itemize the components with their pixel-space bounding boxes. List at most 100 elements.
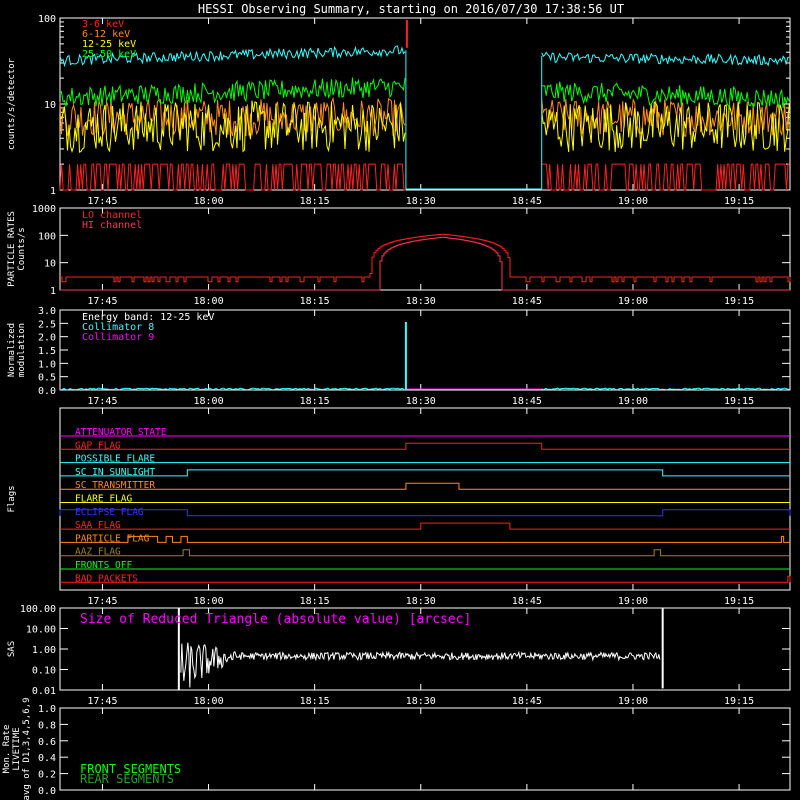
series-line-lo-channel: [60, 233, 791, 283]
x-tick-label: 19:15: [724, 696, 754, 707]
y-tick-label: 0.10: [32, 666, 56, 677]
legend-entry: Collimator 9: [82, 332, 154, 343]
sas-panel: 17:45 18:00 18:15 18:30 18:45 19:00 19:15 SAS 0.…: [7, 604, 791, 707]
y-axis-label: PARTICLE RATES: [7, 211, 17, 287]
y-tick-label: 10: [44, 100, 56, 111]
modulation-panel: 17:45 18:00 18:15 18:30 18:45 19:00 19:15 Norma…: [7, 306, 791, 407]
flag-line: [59, 509, 791, 517]
x-tick-label: 18:15: [300, 596, 330, 607]
legend-entry: 25-50 keV: [82, 49, 136, 60]
series-line-collimator-8: [59, 387, 405, 391]
x-tick-label: 17:45: [87, 196, 117, 207]
x-tick-label: 18:00: [193, 596, 223, 607]
series-line-sas: [180, 642, 661, 688]
flag-line: [60, 575, 791, 583]
y-axis-label: avg of D1,3,4,5,6,9: [22, 698, 32, 800]
x-tick-label: 17:45: [87, 296, 117, 307]
y-tick-label: 0.2: [38, 770, 56, 781]
x-tick-label: 18:45: [512, 396, 542, 407]
x-tick-label: 18:30: [406, 596, 436, 607]
panel-frame: [59, 407, 791, 591]
y-tick-label: 0.4: [38, 753, 56, 764]
flag-label: ECLIPSE FLAG: [75, 507, 144, 518]
y-tick-label: 0.0: [38, 786, 56, 797]
livetime-panel: Mon. Rate LIVETIME avg of D1,3,4,5,6,9 0.0 0…: [2, 698, 791, 800]
y-tick-label: 2.0: [38, 333, 56, 344]
x-tick-label: 18:00: [193, 396, 223, 407]
x-tick-label: 18:00: [193, 296, 223, 307]
series-line-3-6kev: [59, 163, 406, 191]
x-tick-label: 18:30: [406, 296, 436, 307]
flag-line: [60, 549, 790, 557]
y-axis-label: counts/s/detector: [7, 57, 17, 150]
x-tick-label: 18:30: [406, 196, 436, 207]
x-tick-label: 19:15: [724, 296, 754, 307]
x-tick-label: 18:00: [193, 196, 223, 207]
y-axis-label: SAS: [7, 641, 17, 657]
series-line-3-6kev: [541, 163, 790, 191]
x-tick-label: 19:15: [724, 596, 754, 607]
x-tick-label: 19:00: [618, 696, 648, 707]
x-tick-label: 19:00: [618, 296, 648, 307]
flag-line: [60, 469, 790, 477]
y-axis-label: Flags: [7, 485, 17, 512]
y-tick-label: 1: [50, 186, 56, 197]
chart: HESSI Observing Summary, starting on 201…: [2, 2, 791, 800]
series-line-2550kev: [59, 77, 406, 107]
series-line-collimator-8: [541, 387, 790, 391]
x-tick-label: 18:15: [300, 296, 330, 307]
legend-entry: Size of Reduced Triangle (absolute value…: [80, 612, 471, 627]
flag-line: [60, 535, 790, 543]
series-line-cyan: [541, 51, 790, 67]
y-tick-label: 1.0: [38, 704, 56, 715]
x-tick-label: 17:45: [87, 596, 117, 607]
y-axis-label: modulation: [17, 323, 27, 377]
x-tick-label: 18:45: [512, 696, 542, 707]
y-tick-label: 2.5: [38, 319, 56, 330]
flag-line: [60, 482, 790, 490]
x-tick-label: 18:45: [512, 196, 542, 207]
y-axis-label: Counts/s: [17, 227, 27, 270]
legend-entry: REAR SEGMENTS: [80, 772, 174, 786]
x-tick-label: 18:30: [406, 696, 436, 707]
y-tick-label: 10.00: [26, 625, 56, 636]
flag-line: [60, 442, 790, 450]
y-tick-label: 1: [50, 286, 56, 297]
y-axis-label: LIVETIME: [12, 727, 22, 770]
y-tick-label: 100: [38, 231, 56, 242]
x-tick-label: 19:15: [724, 396, 754, 407]
y-tick-label: 1000: [32, 204, 56, 215]
y-tick-label: 0.5: [38, 373, 56, 384]
y-tick-label: 10: [44, 259, 56, 270]
x-tick-label: 18:45: [512, 296, 542, 307]
x-tick-label: 18:00: [193, 696, 223, 707]
particle-rates-panel: 17:45 18:00 18:15 18:30 18:45 19:00 19:15 PARTI…: [7, 204, 791, 307]
counts-panel: 17:45 18:00 18:15 18:30 18:45 19:00 19:15 count…: [7, 14, 791, 207]
y-tick-label: 3.0: [38, 306, 56, 317]
y-tick-label: 0.6: [38, 737, 56, 748]
y-tick-label: 1.5: [38, 346, 56, 357]
x-tick-label: 19:00: [618, 196, 648, 207]
x-tick-label: 19:00: [618, 396, 648, 407]
x-tick-label: 18:45: [512, 596, 542, 607]
x-tick-label: 18:15: [300, 396, 330, 407]
x-tick-label: 19:00: [618, 596, 648, 607]
y-axis-label: Mon. Rate: [2, 725, 12, 774]
x-tick-label: 17:45: [87, 396, 117, 407]
flags-panel: 17:45 18:00 18:15 18:30 18:45 19:00 19:15 Flags…: [7, 407, 791, 607]
y-axis-label: Normalized: [7, 323, 17, 377]
x-tick-label: 18:15: [300, 196, 330, 207]
y-tick-label: 1.0: [38, 359, 56, 370]
y-tick-label: 0.01: [32, 686, 56, 697]
x-tick-label: 18:15: [300, 696, 330, 707]
chart-title: HESSI Observing Summary, starting on 201…: [198, 2, 624, 16]
y-tick-label: 0.8: [38, 720, 56, 731]
y-tick-label: 1.00: [32, 645, 56, 656]
x-tick-label: 18:30: [406, 396, 436, 407]
x-tick-label: 19:15: [724, 196, 754, 207]
y-tick-label: 0.0: [38, 386, 56, 397]
flag-line: [60, 522, 790, 530]
x-tick-label: 17:45: [87, 696, 117, 707]
y-tick-label: 100.00: [20, 604, 56, 615]
y-tick-label: 100: [38, 14, 56, 25]
